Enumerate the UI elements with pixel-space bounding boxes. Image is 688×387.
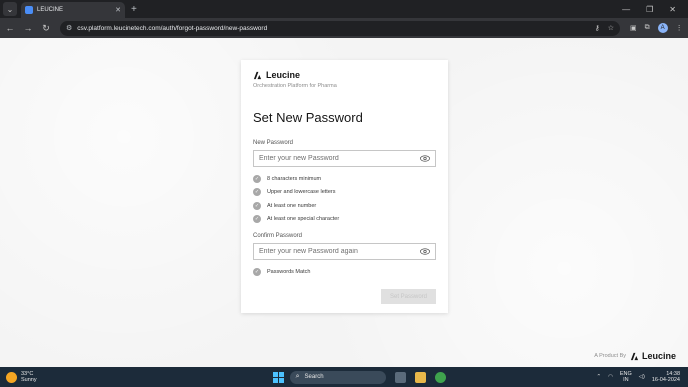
- extension-icon[interactable]: ▣: [630, 24, 637, 32]
- sun-icon: [6, 371, 17, 383]
- reload-icon[interactable]: ↻: [38, 23, 54, 34]
- new-password-input[interactable]: [259, 155, 420, 162]
- back-icon[interactable]: ←: [2, 23, 18, 33]
- site-info-icon[interactable]: ⚙: [66, 24, 72, 32]
- password-rule: ✓ 8 characters minimum: [253, 174, 322, 183]
- product-by-footer: A Product By Leucine: [594, 351, 676, 361]
- minimize-icon[interactable]: —: [622, 5, 630, 14]
- check-circle-icon: ✓: [253, 201, 261, 210]
- confirm-password-label: Confirm Password: [253, 233, 303, 239]
- new-password-label: New Password: [253, 140, 294, 146]
- windows-taskbar: 33°C Sunny ⌕ Search ⌃ ◠ ENG IN ◁) 14:38 …: [0, 367, 688, 387]
- page-title: Set New Password: [253, 110, 363, 125]
- tab-favicon-icon: [25, 6, 33, 14]
- tab-close-icon[interactable]: ✕: [115, 6, 121, 14]
- browser-menu-icon[interactable]: ⋮: [676, 24, 683, 32]
- password-rule: ✓ Passwords Match: [253, 267, 311, 276]
- check-circle-icon: ✓: [253, 188, 261, 197]
- tray-overflow-icon[interactable]: ⌃: [596, 374, 601, 380]
- password-rule: ✓ At least one special character: [253, 215, 340, 224]
- bookmark-star-icon[interactable]: ☆: [608, 24, 614, 32]
- password-match-rule: ✓ Passwords Match: [253, 265, 310, 279]
- new-password-field[interactable]: [253, 150, 436, 167]
- brand-name: Leucine: [266, 70, 301, 80]
- footer-brand-name: Leucine: [641, 351, 676, 361]
- leucine-logo-icon: [630, 352, 639, 360]
- brand-tagline: Orchestration Platform for Pharma: [253, 83, 337, 89]
- confirm-password-input[interactable]: [259, 248, 420, 255]
- set-password-button[interactable]: Set Password: [381, 289, 436, 304]
- weather-condition: Sunny: [21, 377, 37, 383]
- tab-search-button[interactable]: ⌄: [3, 2, 17, 16]
- confirm-password-field[interactable]: [253, 243, 436, 260]
- browser-address-bar: ← → ↻ ⚙ csv.platform.leucinetech.com/aut…: [0, 18, 688, 38]
- task-view-icon[interactable]: [394, 371, 406, 383]
- password-key-icon[interactable]: ⚷: [595, 24, 600, 32]
- clock[interactable]: 14:38 16-04-2024: [652, 371, 680, 384]
- window-controls: — ❐ ✕: [622, 5, 676, 14]
- file-explorer-icon[interactable]: [414, 371, 426, 383]
- date: 16-04-2024: [651, 377, 680, 383]
- show-password-eye-icon[interactable]: [420, 155, 430, 162]
- page-background: Leucine Orchestration Platform for Pharm…: [0, 38, 688, 367]
- browser-tab-bar: ⌄ LEUCINE ✕ + — ❐ ✕: [0, 0, 688, 18]
- windows-start-icon[interactable]: [272, 371, 284, 383]
- tab-title: LEUCINE: [37, 7, 64, 13]
- omnibox[interactable]: ⚙ csv.platform.leucinetech.com/auth/forg…: [60, 20, 620, 36]
- check-circle-icon: ✓: [253, 267, 261, 276]
- weather-widget[interactable]: 33°C Sunny: [6, 371, 37, 383]
- extensions-puzzle-icon[interactable]: ⧉: [645, 24, 650, 32]
- show-confirm-password-eye-icon[interactable]: [420, 248, 430, 255]
- volume-icon[interactable]: ◁): [639, 374, 645, 380]
- password-rule: ✓ At least one number: [253, 201, 317, 210]
- product-by-text: A Product By: [594, 353, 626, 359]
- search-label: Search: [304, 374, 324, 380]
- new-password-card: Leucine Orchestration Platform for Pharm…: [241, 60, 448, 313]
- password-rule: ✓ Upper and lowercase letters: [253, 188, 336, 197]
- maximize-icon[interactable]: ❐: [646, 5, 653, 14]
- profile-avatar[interactable]: A: [657, 23, 668, 33]
- brand-logo: Leucine: [253, 70, 300, 80]
- new-tab-icon[interactable]: +: [131, 4, 137, 15]
- system-tray: ⌃ ◠ ENG IN ◁) 14:38 16-04-2024: [596, 371, 680, 384]
- taskbar-search[interactable]: ⌕ Search: [289, 370, 386, 384]
- browser-tab[interactable]: LEUCINE ✕: [21, 2, 125, 18]
- search-icon: ⌕: [295, 373, 300, 380]
- chrome-icon[interactable]: [434, 371, 446, 383]
- language-indicator[interactable]: ENG IN: [620, 371, 632, 383]
- check-circle-icon: ✓: [253, 215, 261, 224]
- forward-icon[interactable]: →: [20, 23, 36, 33]
- password-rules-list: ✓ 8 characters minimum ✓ Upper and lower…: [253, 172, 339, 226]
- wifi-icon[interactable]: ◠: [608, 374, 613, 380]
- check-circle-icon: ✓: [253, 174, 261, 183]
- leucine-logo-icon: [253, 71, 262, 79]
- url-text[interactable]: csv.platform.leucinetech.com/auth/forgot…: [77, 25, 594, 32]
- close-window-icon[interactable]: ✕: [669, 5, 676, 14]
